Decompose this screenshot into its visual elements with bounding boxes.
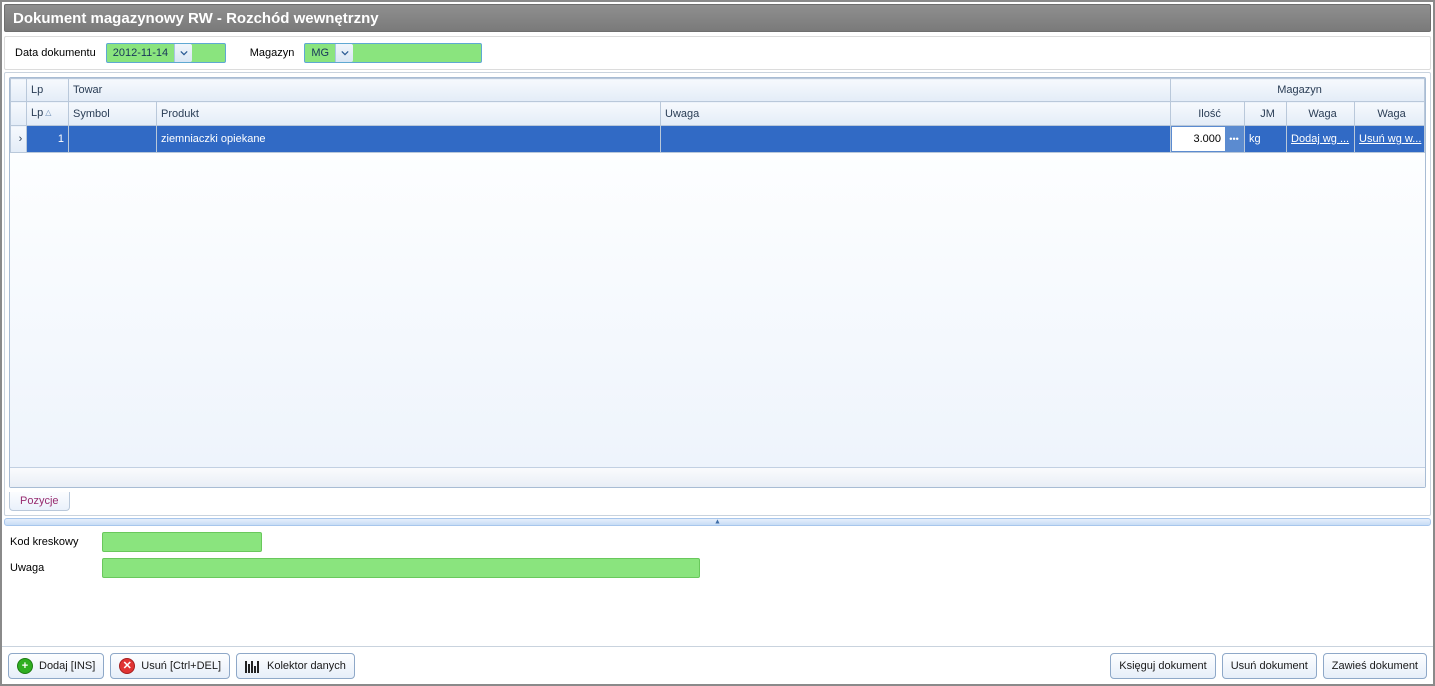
add-button-label: Dodaj [INS]	[39, 660, 95, 672]
ilosc-lookup-button[interactable]: •••	[1225, 127, 1243, 151]
date-label: Data dokumentu	[11, 47, 100, 59]
warehouse-label: Magazyn	[246, 47, 299, 59]
ilosc-value: 3.000	[1172, 127, 1225, 151]
group-header-towar[interactable]: Towar	[69, 79, 1171, 102]
cell-produkt[interactable]: ziemniaczki opiekane	[157, 126, 661, 153]
col-header-indicator[interactable]	[11, 102, 27, 126]
items-table[interactable]: Lp Towar Magazyn Lp△ Symbol Produkt Uwag…	[10, 78, 1425, 153]
cell-waga-remove[interactable]: Usuń wg w...	[1355, 126, 1425, 153]
date-value: 2012-11-14	[107, 47, 174, 59]
tab-pozycje[interactable]: Pozycje	[9, 492, 70, 511]
date-dropdown-button[interactable]	[174, 44, 192, 62]
grid-wrapper: Lp Towar Magazyn Lp△ Symbol Produkt Uwag…	[4, 72, 1431, 516]
table-row[interactable]: › 1 ziemniaczki opiekane 3.000 ••• kg	[11, 126, 1425, 153]
warehouse-dropdown-button[interactable]	[335, 44, 353, 62]
delete-icon: ✕	[119, 658, 135, 674]
group-header-lp[interactable]: Lp	[27, 79, 69, 102]
suspend-document-label: Zawieś dokument	[1332, 660, 1418, 672]
warehouse-value: MG	[305, 47, 335, 59]
col-header-waga2[interactable]: Waga	[1355, 102, 1425, 126]
grid-inner: Lp Towar Magazyn Lp△ Symbol Produkt Uwag…	[9, 77, 1426, 488]
col-header-waga1[interactable]: Waga	[1287, 102, 1355, 126]
chevron-down-icon	[341, 49, 349, 57]
post-document-button[interactable]: Księguj dokument	[1110, 653, 1215, 679]
group-header-magazyn[interactable]: Magazyn	[1171, 79, 1425, 102]
cell-waga-add[interactable]: Dodaj wg ...	[1287, 126, 1355, 153]
group-header-row: Lp Towar Magazyn	[11, 79, 1425, 102]
cell-symbol[interactable]	[69, 126, 157, 153]
title-bar: Dokument magazynowy RW - Rozchód wewnętr…	[4, 4, 1431, 32]
row-indicator: ›	[11, 126, 27, 153]
grid-empty-area[interactable]	[10, 153, 1425, 467]
barcode-label: Kod kreskowy	[10, 536, 102, 548]
collector-button-label: Kolektor danych	[267, 660, 346, 672]
col-header-produkt[interactable]: Produkt	[157, 102, 661, 126]
grid-tabs: Pozycje	[9, 492, 1426, 511]
barcode-icon	[245, 659, 261, 673]
col-header-uwaga[interactable]: Uwaga	[661, 102, 1171, 126]
note-input[interactable]	[102, 558, 700, 578]
post-document-label: Księguj dokument	[1119, 660, 1206, 672]
col-header-ilosc[interactable]: Ilość	[1171, 102, 1245, 126]
column-header-row: Lp△ Symbol Produkt Uwaga Ilość JM Waga W…	[11, 102, 1425, 126]
splitter-grip-icon: ▲	[714, 519, 721, 526]
grid-footer-strip	[10, 467, 1425, 487]
group-header-empty[interactable]	[11, 79, 27, 102]
cell-ilosc[interactable]: 3.000 •••	[1171, 126, 1245, 153]
plus-icon: +	[17, 658, 33, 674]
remove-button[interactable]: ✕ Usuń [Ctrl+DEL]	[110, 653, 230, 679]
note-label: Uwaga	[10, 562, 102, 574]
add-button[interactable]: + Dodaj [INS]	[8, 653, 104, 679]
bottom-form: Kod kreskowy Uwaga	[2, 526, 1433, 646]
cell-jm[interactable]: kg	[1245, 126, 1287, 153]
chevron-down-icon	[180, 49, 188, 57]
cell-uwaga[interactable]	[661, 126, 1171, 153]
suspend-document-button[interactable]: Zawieś dokument	[1323, 653, 1427, 679]
delete-document-button[interactable]: Usuń dokument	[1222, 653, 1317, 679]
col-header-lp[interactable]: Lp△	[27, 102, 69, 126]
barcode-input[interactable]	[102, 532, 262, 552]
warehouse-select[interactable]: MG	[304, 43, 482, 63]
collector-button[interactable]: Kolektor danych	[236, 653, 355, 679]
header-form: Data dokumentu 2012-11-14 Magazyn MG	[4, 36, 1431, 70]
horizontal-splitter[interactable]: ▲	[4, 518, 1431, 526]
remove-button-label: Usuń [Ctrl+DEL]	[141, 660, 221, 672]
col-header-jm[interactable]: JM	[1245, 102, 1287, 126]
footer-toolbar: + Dodaj [INS] ✕ Usuń [Ctrl+DEL] Kolektor…	[2, 646, 1433, 684]
delete-document-label: Usuń dokument	[1231, 660, 1308, 672]
document-window: Dokument magazynowy RW - Rozchód wewnętr…	[0, 0, 1435, 686]
window-title: Dokument magazynowy RW - Rozchód wewnętr…	[13, 10, 379, 27]
date-select[interactable]: 2012-11-14	[106, 43, 226, 63]
col-header-symbol[interactable]: Symbol	[69, 102, 157, 126]
sort-asc-icon: △	[45, 108, 51, 117]
cell-lp[interactable]: 1	[27, 126, 69, 153]
